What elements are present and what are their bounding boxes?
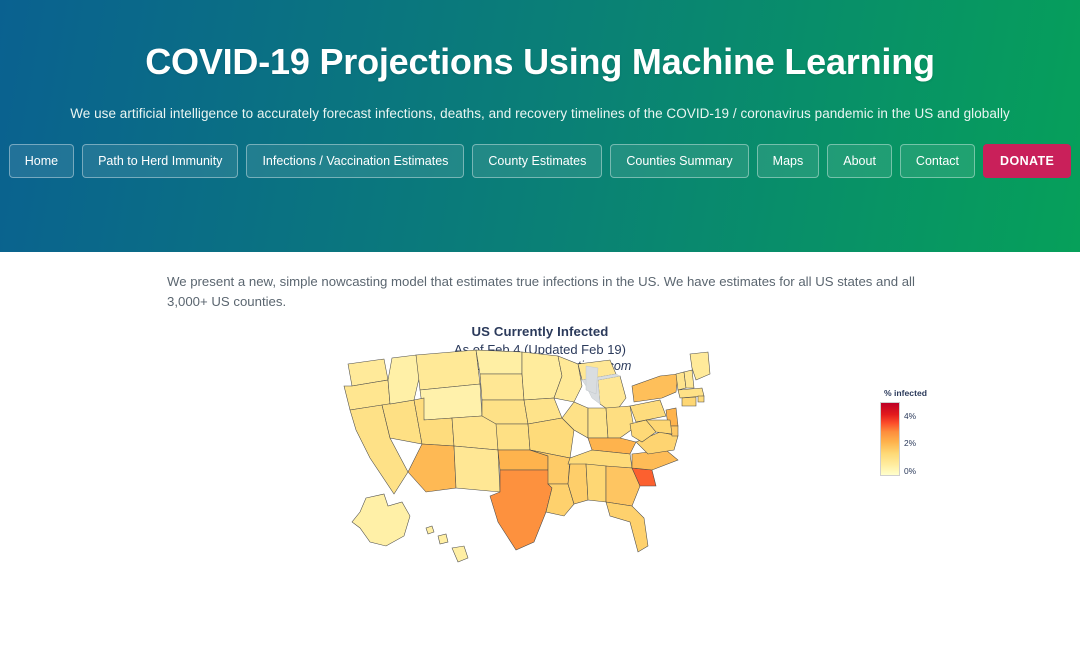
- state-HI-3: [451, 545, 469, 563]
- state-CT: [681, 396, 697, 407]
- site-tagline: We use artificial intelligence to accura…: [70, 106, 1010, 122]
- state-FL: [605, 501, 649, 553]
- colorbar-tick-labels: 4% 2% 0%: [904, 402, 944, 476]
- colorbar-title: % infected: [884, 388, 927, 398]
- state-IN: [587, 407, 609, 439]
- intro-paragraph: We present a new, simple nowcasting mode…: [167, 274, 915, 310]
- nav-item-about[interactable]: About: [827, 144, 892, 179]
- nav-item-contact[interactable]: Contact: [899, 144, 976, 179]
- state-ME: [689, 351, 711, 381]
- us-infection-map-figure: US Currently Infected As of Feb 4 (Updat…: [0, 324, 1080, 614]
- lake-michigan: [585, 365, 599, 395]
- main-content: We present a new, simple nowcasting mode…: [0, 252, 1080, 669]
- nav-item-maps[interactable]: Maps: [756, 144, 820, 179]
- colorbar-gradient: [880, 402, 900, 476]
- colorbar-tick-2: 2%: [904, 438, 917, 448]
- colorbar-tick-0: 0%: [904, 466, 917, 476]
- state-NY: [631, 373, 679, 403]
- site-header: COVID-19 Projections Using Machine Learn…: [0, 0, 1080, 252]
- state-NH: [683, 369, 695, 389]
- colorbar-tick-4: 4%: [904, 411, 917, 421]
- nav-item-home[interactable]: Home: [8, 144, 75, 179]
- donate-button[interactable]: DONATE: [983, 144, 1072, 179]
- state-MT: [415, 349, 481, 391]
- state-HI: [425, 525, 435, 535]
- state-AL: [585, 463, 607, 503]
- state-KS: [495, 423, 531, 451]
- map-colorbar-legend: % infected 4% 2% 0%: [880, 388, 1000, 476]
- state-WY: [419, 383, 483, 421]
- map-states: [343, 349, 711, 563]
- nav-item-county-estimates[interactable]: County Estimates: [472, 144, 603, 179]
- state-SD: [479, 373, 525, 401]
- state-AZ: [407, 443, 457, 493]
- page-title: COVID-19 Projections Using Machine Learn…: [145, 41, 935, 82]
- us-choropleth-map[interactable]: [330, 346, 750, 581]
- state-NM: [453, 445, 501, 493]
- nav-item-counties-summary[interactable]: Counties Summary: [610, 144, 749, 179]
- state-ND: [475, 349, 523, 375]
- state-ID: [387, 354, 421, 405]
- state-PA: [629, 399, 667, 423]
- figure-title: US Currently Infected: [471, 324, 609, 339]
- state-HI-2: [437, 533, 449, 545]
- state-OH: [605, 405, 635, 439]
- nav-item-path-to-herd-immunity[interactable]: Path to Herd Immunity: [82, 144, 239, 179]
- nav-item-infections-vaccination-estimates[interactable]: Infections / Vaccination Estimates: [246, 144, 465, 179]
- state-RI: [697, 395, 705, 403]
- main-navigation: Home Path to Herd Immunity Infections / …: [0, 144, 1080, 179]
- state-AK: [351, 493, 411, 547]
